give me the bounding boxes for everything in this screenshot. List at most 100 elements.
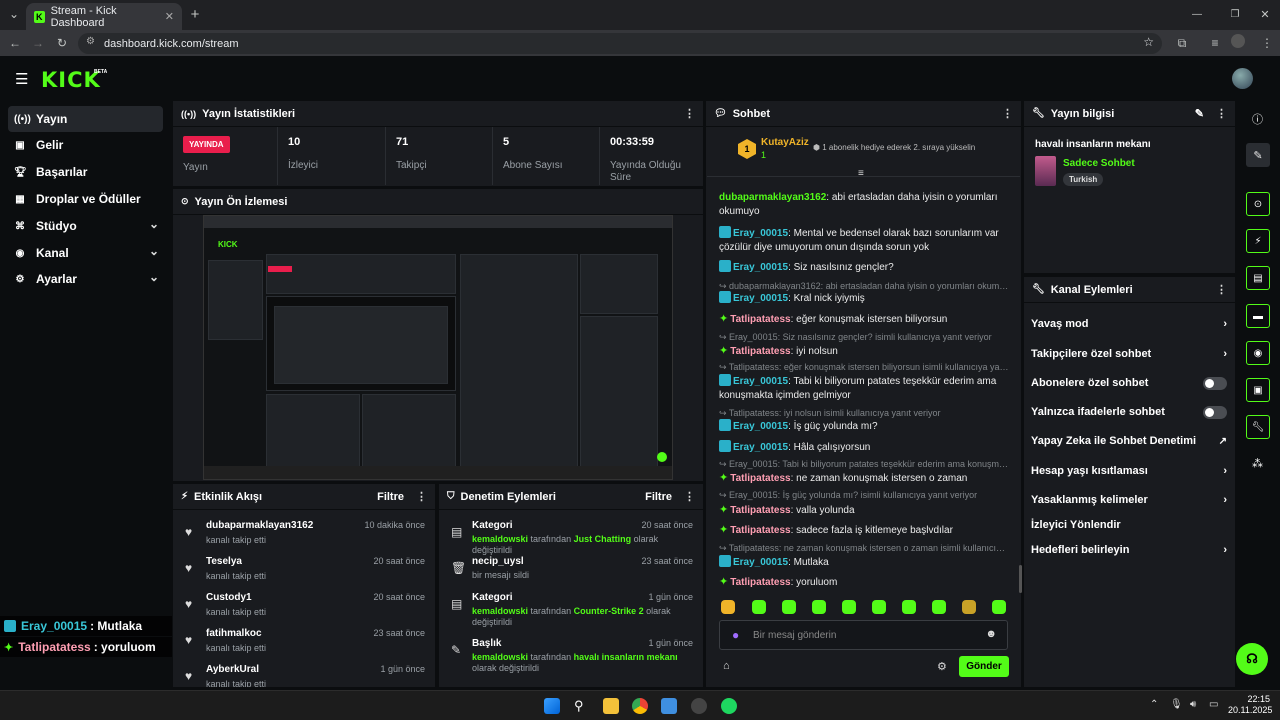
chat-scrollbar[interactable] xyxy=(1019,565,1022,593)
chat-username[interactable]: Eray_00015 xyxy=(733,442,788,453)
sidebar-item-droplar[interactable]: ▦ Droplar ve Ödüller xyxy=(8,186,163,212)
action-subs-only[interactable]: Abonelere özel sohbet xyxy=(1031,373,1227,393)
store-icon[interactable]: ⌂ xyxy=(723,660,730,672)
chat-username[interactable]: Eray_00015 xyxy=(733,228,788,239)
user-avatar[interactable] xyxy=(1232,68,1253,89)
moderation-toggle-icon[interactable]: ▣ xyxy=(1246,378,1270,402)
chat-username[interactable]: Tatlipatatess xyxy=(730,525,790,536)
subs-only-toggle[interactable] xyxy=(1203,376,1227,390)
emoji-icon[interactable]: ☻ xyxy=(985,628,997,640)
obs-icon[interactable] xyxy=(691,698,707,714)
emote-icon[interactable] xyxy=(962,600,976,614)
photos-icon[interactable] xyxy=(661,698,677,714)
microphone-icon[interactable]: ● xyxy=(732,628,739,642)
spotify-icon[interactable] xyxy=(721,698,737,714)
send-button[interactable]: Gönder xyxy=(959,656,1009,677)
sidebar-item-ayarlar[interactable]: ⚙ Ayarlar ⌄ xyxy=(8,266,163,292)
sidebar-item-studyo[interactable]: ⌘ Stüdyo ⌄ xyxy=(8,213,163,239)
activity-username[interactable]: fatihmalkoc xyxy=(206,628,262,639)
chat-username[interactable]: Eray_00015 xyxy=(733,262,788,273)
emote-icon[interactable] xyxy=(842,600,856,614)
wrench-toggle-icon[interactable]: 🔧︎ xyxy=(1246,415,1270,439)
chat-username[interactable]: Eray_00015 xyxy=(733,376,788,387)
action-followers-only[interactable]: Takipçilere özel sohbet › xyxy=(1031,344,1227,364)
emote-icon[interactable] xyxy=(752,600,766,614)
chat-input[interactable]: ● Bir mesaj gönderin ☻ xyxy=(719,620,1008,650)
more-options-icon[interactable]: ⋮ xyxy=(416,490,427,503)
new-tab-icon[interactable]: + xyxy=(186,5,204,23)
chrome-icon[interactable] xyxy=(632,698,648,714)
site-info-icon[interactable]: ⚙ xyxy=(86,36,95,47)
tray-volume-icon[interactable]: 🔊︎ xyxy=(1190,699,1196,710)
minimize-icon[interactable]: — xyxy=(1188,5,1206,23)
chat-username[interactable]: Tatlipatatess xyxy=(730,473,790,484)
action-raid[interactable]: İzleyici Yönlendir xyxy=(1031,515,1227,535)
kick-logo[interactable]: KICK xyxy=(41,68,101,92)
action-ai-moderation[interactable]: Yapay Zeka ile Sohbet Denetimi ↗ xyxy=(1031,431,1227,451)
bookmark-star-icon[interactable]: ☆ xyxy=(1143,35,1154,49)
media-icon[interactable]: ≡ xyxy=(1206,34,1224,52)
activity-username[interactable]: dubaparmaklayan3162 xyxy=(206,520,313,531)
action-goals[interactable]: Hedefleri belirleyin › xyxy=(1031,540,1227,560)
emote-icon[interactable] xyxy=(872,600,886,614)
tab-close-icon[interactable]: ✕ xyxy=(165,10,174,23)
chat-settings-icon[interactable]: ⚙ xyxy=(937,660,947,673)
emote-icon[interactable] xyxy=(812,600,826,614)
window-close-icon[interactable]: ✕ xyxy=(1256,5,1274,23)
sidebar-item-basarilar[interactable]: 🏆︎ Başarılar xyxy=(8,159,163,185)
windows-start-icon[interactable] xyxy=(544,698,560,714)
emote-icon[interactable] xyxy=(932,600,946,614)
search-icon[interactable]: ⚲ xyxy=(574,698,590,714)
tray-network-icon[interactable]: ▭ xyxy=(1209,699,1218,710)
stats-toggle-icon[interactable]: ▤ xyxy=(1246,266,1270,290)
tray-mic-icon[interactable]: 🎙︎ xyxy=(1170,699,1183,710)
activity-toggle-icon[interactable]: ⚡︎ xyxy=(1246,229,1270,253)
emote-icon[interactable] xyxy=(782,600,796,614)
add-widget-icon[interactable]: ⁂ xyxy=(1252,457,1263,470)
sidebar-item-yayin[interactable]: ((•)) Yayın xyxy=(8,106,163,132)
chat-username[interactable]: Tatlipatatess xyxy=(730,314,790,325)
action-slow-mode[interactable]: Yavaş mod › xyxy=(1031,314,1227,334)
filter-button[interactable]: Filtre xyxy=(645,491,672,503)
emote-icon[interactable] xyxy=(992,600,1006,614)
reload-icon[interactable]: ↻ xyxy=(53,34,71,52)
stream-preview-video[interactable]: KICK xyxy=(203,215,673,480)
sidebar-item-kanal[interactable]: ◉ Kanal ⌄ xyxy=(8,240,163,266)
chat-username[interactable]: Eray_00015 xyxy=(733,557,788,568)
chrome-menu-icon[interactable]: ⋮ xyxy=(1258,34,1276,52)
collapse-pinned-icon[interactable]: ≡ xyxy=(858,168,864,179)
clock[interactable]: 22:15 20.11.2025 xyxy=(1228,694,1272,716)
forward-icon[interactable]: → xyxy=(29,34,47,52)
edit-pencil-icon[interactable]: ✎ xyxy=(1195,107,1204,120)
mod-user[interactable]: necip_uysl xyxy=(472,556,524,567)
chat-username[interactable]: Eray_00015 xyxy=(733,421,788,432)
pinned-username[interactable]: KutayAziz xyxy=(761,137,809,148)
hamburger-menu-icon[interactable]: ☰ xyxy=(15,70,28,88)
action-account-age[interactable]: Hesap yaşı kısıtlaması › xyxy=(1031,461,1227,481)
more-options-icon[interactable]: ⋮ xyxy=(1216,107,1227,120)
more-options-icon[interactable]: ⋮ xyxy=(684,107,695,120)
activity-username[interactable]: AyberkUral xyxy=(206,664,259,675)
profile-icon[interactable] xyxy=(1231,34,1245,48)
emote-icon[interactable] xyxy=(721,600,735,614)
more-options-icon[interactable]: ⋮ xyxy=(1216,283,1227,296)
chat-toggle-icon[interactable]: ▬ xyxy=(1246,304,1270,328)
emotes-only-toggle[interactable] xyxy=(1203,405,1227,419)
action-emotes-only[interactable]: Yalnızca ifadelerle sohbet xyxy=(1031,402,1227,422)
back-icon[interactable]: ← xyxy=(6,34,24,52)
tab-search-icon[interactable]: ⌄ xyxy=(5,5,23,23)
chat-username[interactable]: Tatlipatatess xyxy=(730,346,790,357)
edit-layout-icon[interactable]: ✎ xyxy=(1246,143,1270,167)
tray-chevron-icon[interactable]: ⌃ xyxy=(1150,699,1158,710)
category-name[interactable]: Sadece Sohbet xyxy=(1063,158,1135,169)
maximize-icon[interactable]: ❐ xyxy=(1226,5,1244,23)
sidebar-item-gelir[interactable]: ▣ Gelir xyxy=(8,132,163,158)
filter-button[interactable]: Filtre xyxy=(377,491,404,503)
activity-username[interactable]: Custody1 xyxy=(206,592,252,603)
info-icon[interactable]: ⓘ xyxy=(1252,111,1263,127)
more-options-icon[interactable]: ⋮ xyxy=(1002,107,1013,120)
action-banned-words[interactable]: Yasaklanmış kelimeler › xyxy=(1031,490,1227,510)
activity-username[interactable]: Teselya xyxy=(206,556,242,567)
file-explorer-icon[interactable] xyxy=(603,698,619,714)
chat-username[interactable]: Tatlipatatess xyxy=(730,577,790,588)
